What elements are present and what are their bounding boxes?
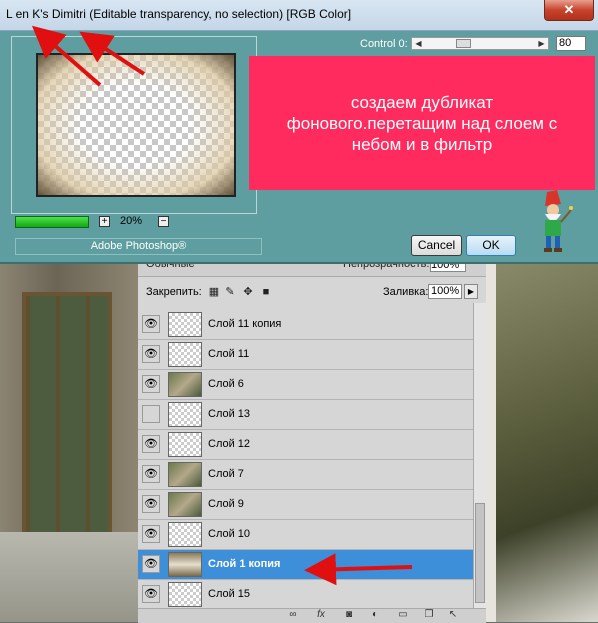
layer-thumbnail bbox=[168, 582, 202, 607]
layers-footer: ∞ fx ◙ ◐ ▭ ❐ ↖ bbox=[138, 608, 486, 623]
fill-label: Заливка: bbox=[383, 286, 429, 298]
layer-thumbnail bbox=[168, 492, 202, 517]
eye-icon[interactable]: 👁 bbox=[142, 375, 160, 393]
fill-field[interactable]: 100% bbox=[428, 284, 462, 299]
zoom-out-button[interactable]: − bbox=[158, 216, 169, 227]
control-value-field[interactable]: 80 bbox=[556, 36, 586, 51]
annotation-text: создаем дубликат фонового.перетащим над … bbox=[286, 92, 558, 154]
layer-row[interactable]: 👁 Слой 12 bbox=[138, 430, 473, 460]
lock-all-icon[interactable]: ■ bbox=[260, 286, 272, 298]
cancel-button[interactable]: Cancel bbox=[411, 235, 462, 256]
eye-icon[interactable]: 👁 bbox=[142, 585, 160, 603]
link-icon[interactable]: ∞ bbox=[286, 609, 300, 621]
ok-button[interactable]: OK bbox=[466, 235, 516, 256]
layer-row[interactable]: 👁 Слой 9 bbox=[138, 490, 473, 520]
layer-name: Слой 6 bbox=[208, 378, 244, 390]
control-slider[interactable]: ◀ ▶ bbox=[411, 37, 549, 50]
layer-row[interactable]: 👁 Слой 7 bbox=[138, 460, 473, 490]
zoom-value: 20% bbox=[120, 215, 143, 227]
slider-left-icon[interactable]: ◀ bbox=[413, 38, 424, 49]
layer-row[interactable]: 👁 Слой 13 bbox=[138, 400, 473, 430]
layer-name: Слой 7 bbox=[208, 468, 244, 480]
layer-thumbnail bbox=[168, 462, 202, 487]
eye-icon[interactable]: 👁 bbox=[142, 555, 160, 573]
layer-name: Слой 10 bbox=[208, 528, 251, 540]
vignette-overlay bbox=[38, 55, 234, 195]
layer-row[interactable]: 👁 Слой 10 bbox=[138, 520, 473, 550]
layer-name: Слой 9 bbox=[208, 498, 244, 510]
layer-row-selected[interactable]: 👁 Слой 1 копия bbox=[138, 550, 473, 580]
fill-arrow-icon[interactable]: ▶ bbox=[464, 284, 478, 299]
eye-icon[interactable]: 👁 bbox=[142, 525, 160, 543]
slider-right-icon[interactable]: ▶ bbox=[536, 38, 547, 49]
brand-label: Adobe Photoshop® bbox=[15, 238, 262, 255]
scrollbar-thumb[interactable] bbox=[475, 503, 485, 603]
layer-thumbnail bbox=[168, 552, 202, 577]
gnome-mascot-icon bbox=[544, 190, 573, 252]
layer-name: Слой 11 копия bbox=[208, 318, 282, 330]
lock-row: Закрепить: ▦ ✎ ✥ ■ Заливка: 100% ▶ bbox=[138, 281, 486, 303]
layer-row[interactable]: 👁 Слой 6 bbox=[138, 370, 473, 400]
eye-icon[interactable]: 👁 bbox=[142, 345, 160, 363]
eye-icon[interactable]: 👁 bbox=[142, 315, 160, 333]
garden-window bbox=[22, 292, 112, 552]
layer-name: Слой 11 bbox=[208, 348, 250, 360]
layers-scrollbar[interactable] bbox=[473, 303, 487, 608]
layer-row[interactable]: 👁 Слой 11 копия bbox=[138, 310, 473, 340]
eye-icon[interactable]: 👁 bbox=[142, 495, 160, 513]
progress-bar bbox=[15, 216, 89, 228]
stone-floor bbox=[0, 532, 140, 622]
layer-name: Слой 12 bbox=[208, 438, 251, 450]
zoom-in-button[interactable]: + bbox=[99, 216, 110, 227]
layer-row[interactable]: 👁 Слой 15 bbox=[138, 580, 473, 610]
lock-label: Закрепить: bbox=[146, 286, 202, 298]
layer-thumbnail bbox=[168, 312, 202, 337]
slider-thumb[interactable] bbox=[456, 39, 471, 48]
layer-name: Слой 15 bbox=[208, 588, 251, 600]
lock-move-icon[interactable]: ✥ bbox=[242, 286, 254, 298]
filter-preview[interactable] bbox=[36, 53, 236, 197]
layer-row[interactable]: 👁 Слой 11 bbox=[138, 340, 473, 370]
filter-dialog: L en K's Dimitri (Editable transparency,… bbox=[0, 0, 598, 264]
layer-thumbnail bbox=[168, 432, 202, 457]
annotation-box: создаем дубликат фонового.перетащим над … bbox=[249, 56, 595, 190]
rain-window bbox=[486, 262, 598, 622]
layer-thumbnail bbox=[168, 522, 202, 547]
window-title: L en K's Dimitri (Editable transparency,… bbox=[6, 7, 352, 21]
lock-transparency-icon[interactable]: ▦ bbox=[208, 286, 220, 298]
blend-row: Обычные Непрозрачность: 100% bbox=[138, 262, 486, 277]
adjustment-icon[interactable]: ◐ bbox=[368, 609, 382, 621]
layer-name: Слой 13 bbox=[208, 408, 251, 420]
eye-icon[interactable]: 👁 bbox=[142, 465, 160, 483]
new-layer-icon[interactable]: ❐ bbox=[422, 609, 436, 621]
layer-thumbnail bbox=[168, 342, 202, 367]
fx-icon[interactable]: fx bbox=[314, 609, 328, 621]
title-bar: L en K's Dimitri (Editable transparency,… bbox=[0, 0, 598, 31]
folder-icon[interactable]: ▭ bbox=[396, 609, 410, 621]
layer-thumbnail bbox=[168, 372, 202, 397]
layer-thumbnail bbox=[168, 402, 202, 427]
eye-icon[interactable]: 👁 bbox=[142, 435, 160, 453]
mask-icon[interactable]: ◙ bbox=[342, 609, 356, 621]
window-frame bbox=[486, 262, 496, 622]
layers-panel: Обычные Непрозрачность: 100% Закрепить: … bbox=[138, 262, 487, 623]
control-label: Control 0: bbox=[360, 38, 408, 50]
layer-name: Слой 1 копия bbox=[208, 558, 281, 570]
close-button[interactable]: ✕ bbox=[544, 0, 594, 21]
eye-hidden-icon[interactable]: 👁 bbox=[142, 405, 160, 423]
lock-brush-icon[interactable]: ✎ bbox=[224, 286, 236, 298]
cursor-icon: ↖ bbox=[448, 609, 458, 620]
